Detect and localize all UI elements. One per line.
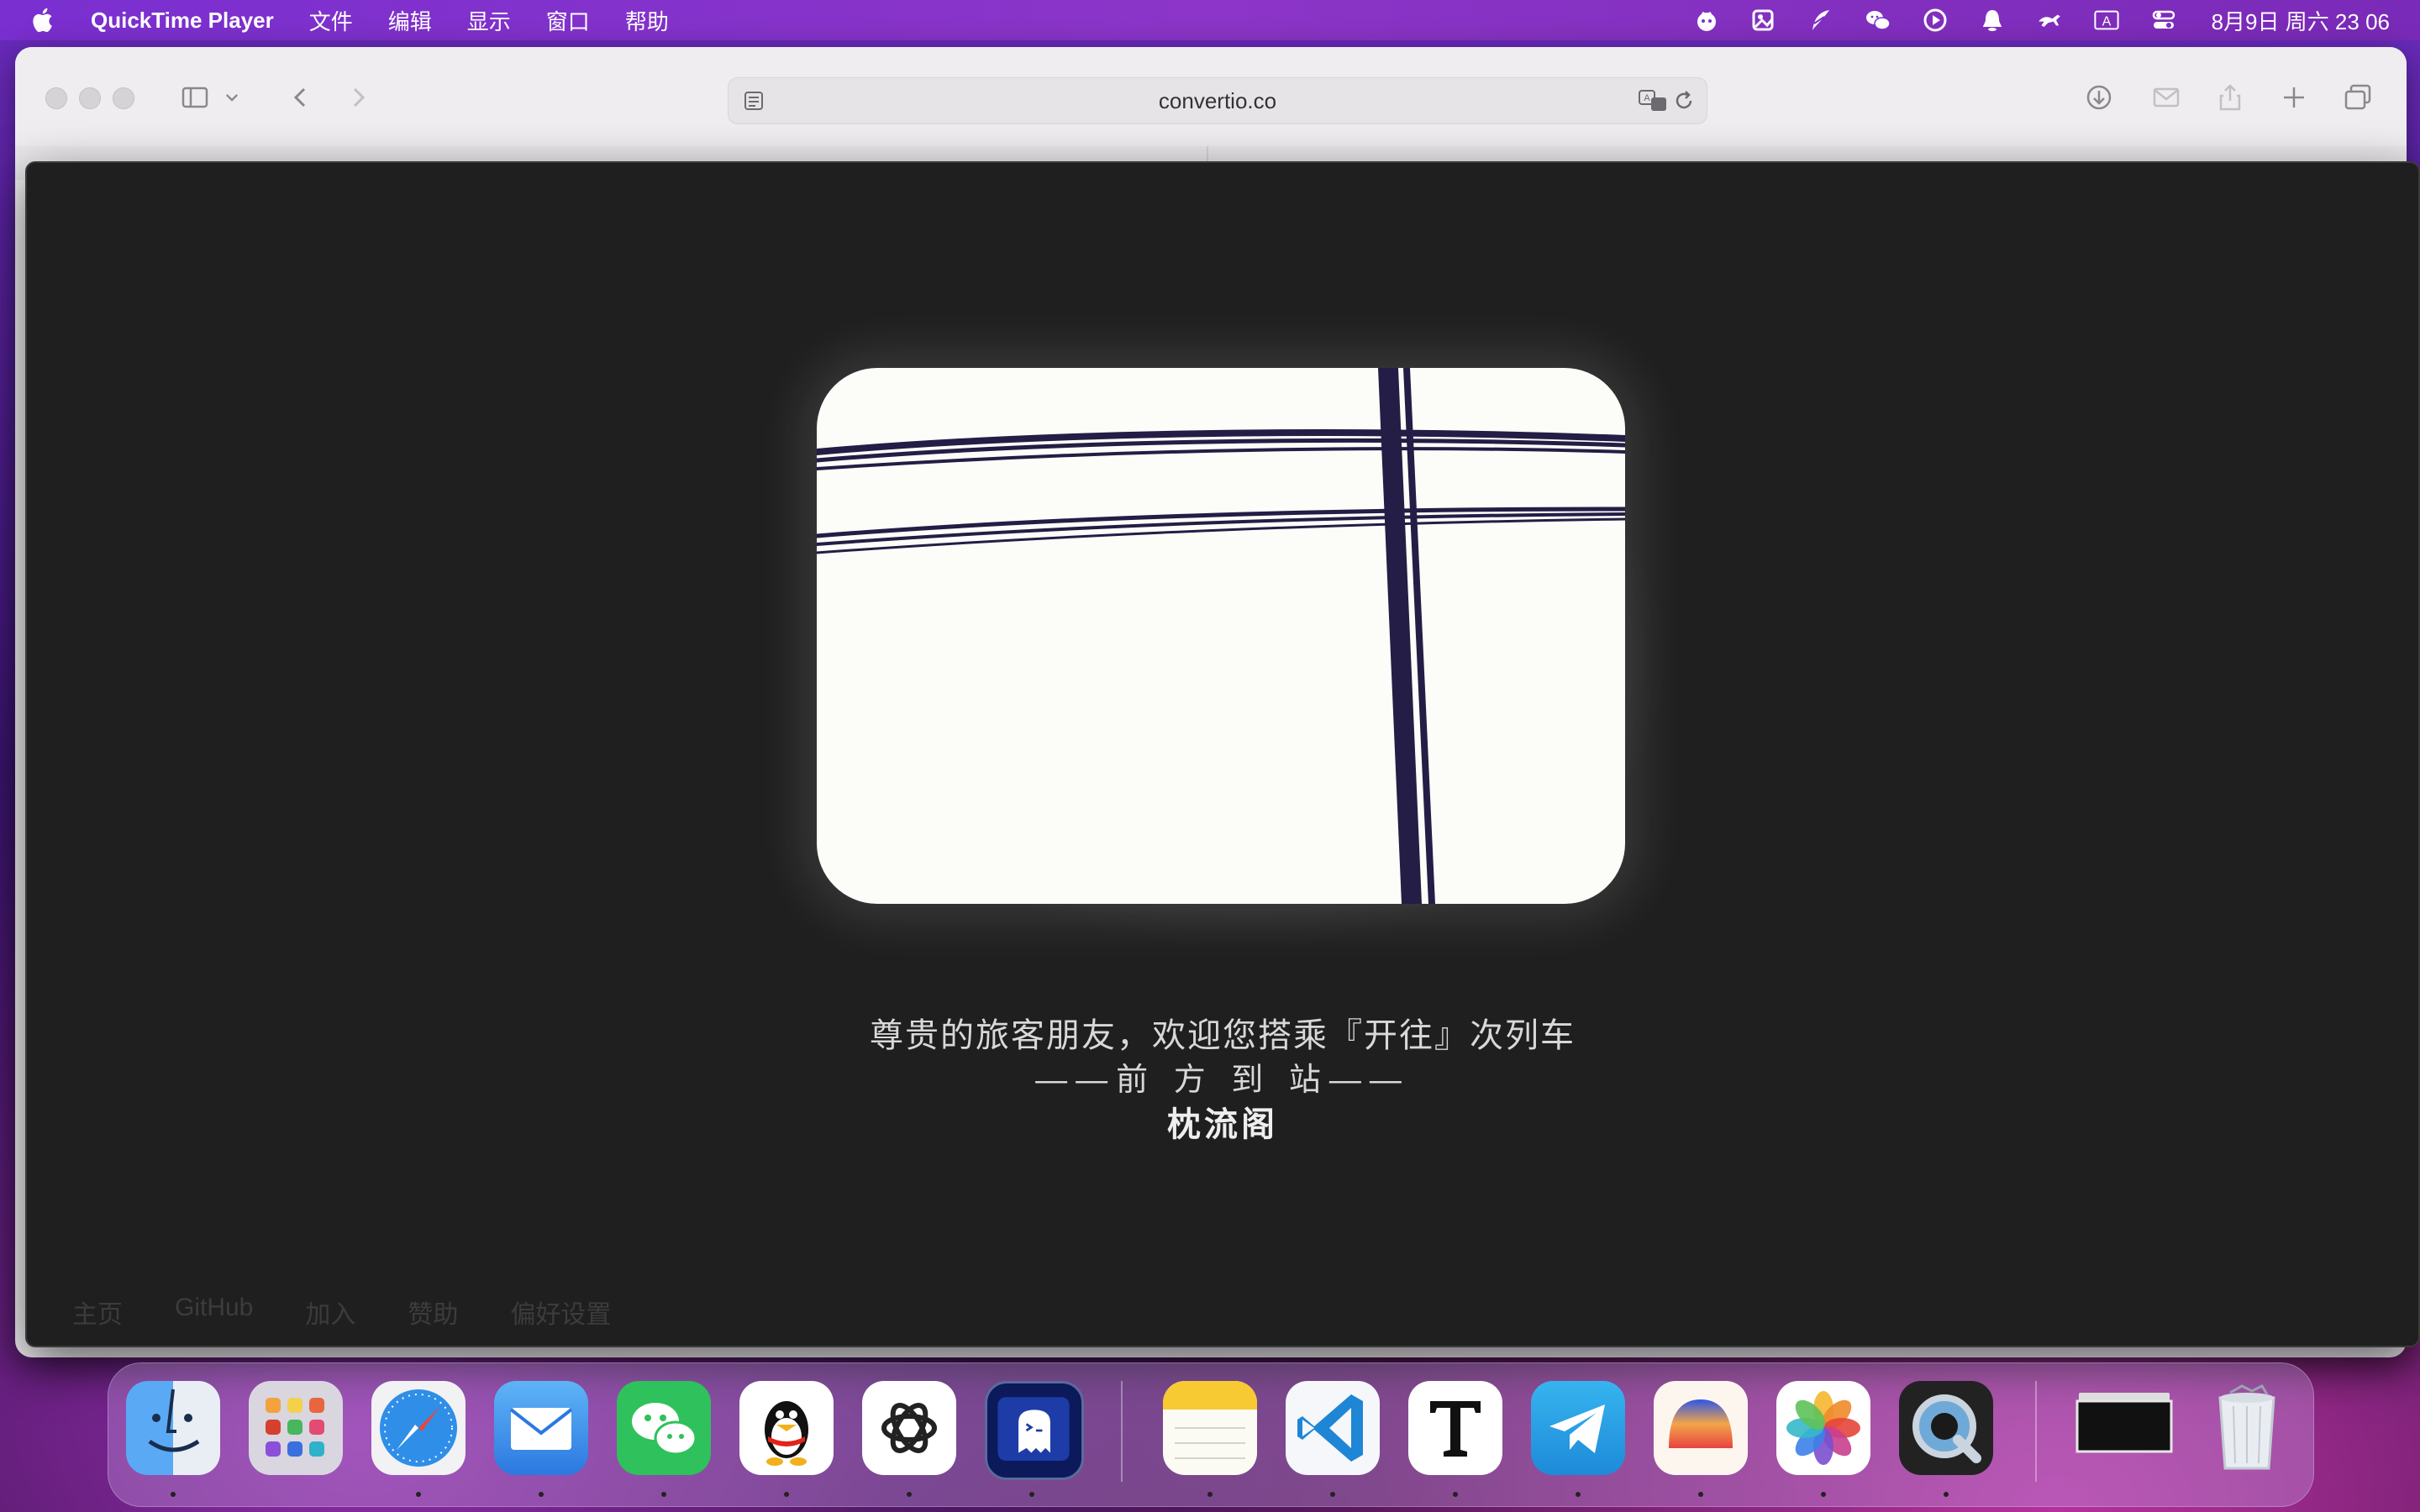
address-bar[interactable]: convertio.co A [728,77,1707,124]
vscode-app-icon[interactable] [1286,1381,1380,1475]
menu-bar: QuickTime Player 文件 编辑 显示 窗口 帮助 A 8月9日 周… [0,0,2420,40]
finder-icon[interactable] [126,1381,220,1475]
dock-separator-2 [2035,1381,2037,1482]
quicktime-app-icon[interactable] [1899,1381,1993,1475]
tomato-timer-icon[interactable] [1692,6,1721,34]
dock-separator [1121,1381,1123,1482]
typora-app-icon[interactable] [1408,1381,1502,1475]
mail-app-icon[interactable] [494,1381,588,1475]
zoom-button[interactable] [113,87,134,109]
welcome-caption: 尊贵的旅客朋友，欢迎您搭乘『开往』次列车 [870,1017,1576,1054]
share-icon[interactable] [2212,81,2249,114]
apple-menu-icon[interactable] [32,6,66,34]
menu-bar-clock[interactable]: 8月9日 周六 23 06 [2212,5,2390,36]
launchpad-icon[interactable] [249,1381,343,1475]
menu-edit[interactable]: 编辑 [388,5,432,36]
photos-app-icon[interactable] [1776,1381,1870,1475]
wechat-app-icon[interactable] [617,1381,711,1475]
notes-app-icon[interactable] [1163,1381,1257,1475]
mail-icon[interactable] [2148,81,2185,114]
qq-running-dot [784,1492,789,1497]
feather-icon[interactable] [1807,6,1835,34]
ghostty-running-dot [1029,1492,1034,1497]
nav-home-link[interactable]: 主页 [72,1294,123,1331]
play-circle-icon[interactable] [1921,6,1949,34]
arrival-caption: ——前 方 到 站—— [1035,1063,1410,1098]
photos-running-dot [1821,1492,1826,1497]
window-preview-icon[interactable] [2072,1381,2176,1475]
safari-icon[interactable] [371,1381,466,1475]
typora-running-dot [1453,1492,1458,1497]
image-tool-icon[interactable] [1749,6,1778,34]
wechat-running-dot [661,1492,666,1497]
trash-icon[interactable] [2200,1381,2294,1475]
chatgpt-running-dot [907,1492,912,1497]
close-button[interactable] [45,87,67,109]
nav-join-link[interactable]: 加入 [305,1294,355,1331]
train-window-image [817,368,1625,904]
safari-running-dot [416,1492,421,1497]
tab-overview-icon[interactable] [2339,81,2376,114]
nav-github-link[interactable]: GitHub [175,1294,253,1331]
input-source-label: A [2102,14,2111,29]
vscode-running-dot [1330,1492,1335,1497]
chatgpt-app-icon[interactable] [862,1381,956,1475]
downloads-icon[interactable] [2081,81,2118,114]
telegram-running-dot [1576,1492,1581,1497]
finder-running-dot [171,1492,176,1497]
arc-running-dot [1698,1492,1703,1497]
minimize-button[interactable] [79,87,101,109]
running-animal-icon[interactable] [2035,6,2064,34]
safari-toolbar: convertio.co A [15,47,2407,147]
menu-help[interactable]: 帮助 [625,5,669,36]
quicktime-running-dot [1944,1492,1949,1497]
notes-running-dot [1207,1492,1213,1497]
url-text[interactable]: convertio.co [729,88,1707,114]
qq-bell-icon[interactable] [1978,6,2007,34]
translate-icon[interactable]: A [1638,88,1668,113]
nav-sponsor-link[interactable]: 赞助 [408,1294,458,1331]
chevron-down-icon[interactable] [220,81,244,114]
station-name: 枕流阁 [1167,1106,1278,1143]
mail-running-dot [539,1492,544,1497]
quicktime-player-window[interactable]: 尊贵的旅客朋友，欢迎您搭乘『开往』次列车 ——前 方 到 站—— 枕流阁 主页 … [25,161,2420,1347]
svg-text:A: A [1644,93,1650,103]
bottom-nav: 主页 GitHub 加入 赞助 偏好设置 [72,1294,663,1331]
wechat-icon[interactable] [1864,6,1892,34]
input-source-icon[interactable]: A [2092,6,2121,34]
telegram-app-icon[interactable] [1531,1381,1625,1475]
back-icon[interactable] [282,81,319,114]
qq-app-icon[interactable] [739,1381,834,1475]
forward-icon[interactable] [339,81,376,114]
app-name-menu[interactable]: QuickTime Player [91,8,274,34]
ghostty-app-icon[interactable] [985,1381,1084,1480]
menu-window[interactable]: 窗口 [546,5,590,36]
sidebar-toggle-icon[interactable] [176,81,213,114]
reload-icon[interactable] [1671,88,1697,113]
arc-app-icon[interactable] [1654,1381,1748,1475]
new-tab-icon[interactable] [2275,81,2312,114]
nav-preferences-link[interactable]: 偏好设置 [510,1294,611,1331]
menu-file[interactable]: 文件 [309,5,353,36]
menu-view[interactable]: 显示 [467,5,511,36]
control-center-icon[interactable] [2149,6,2178,34]
